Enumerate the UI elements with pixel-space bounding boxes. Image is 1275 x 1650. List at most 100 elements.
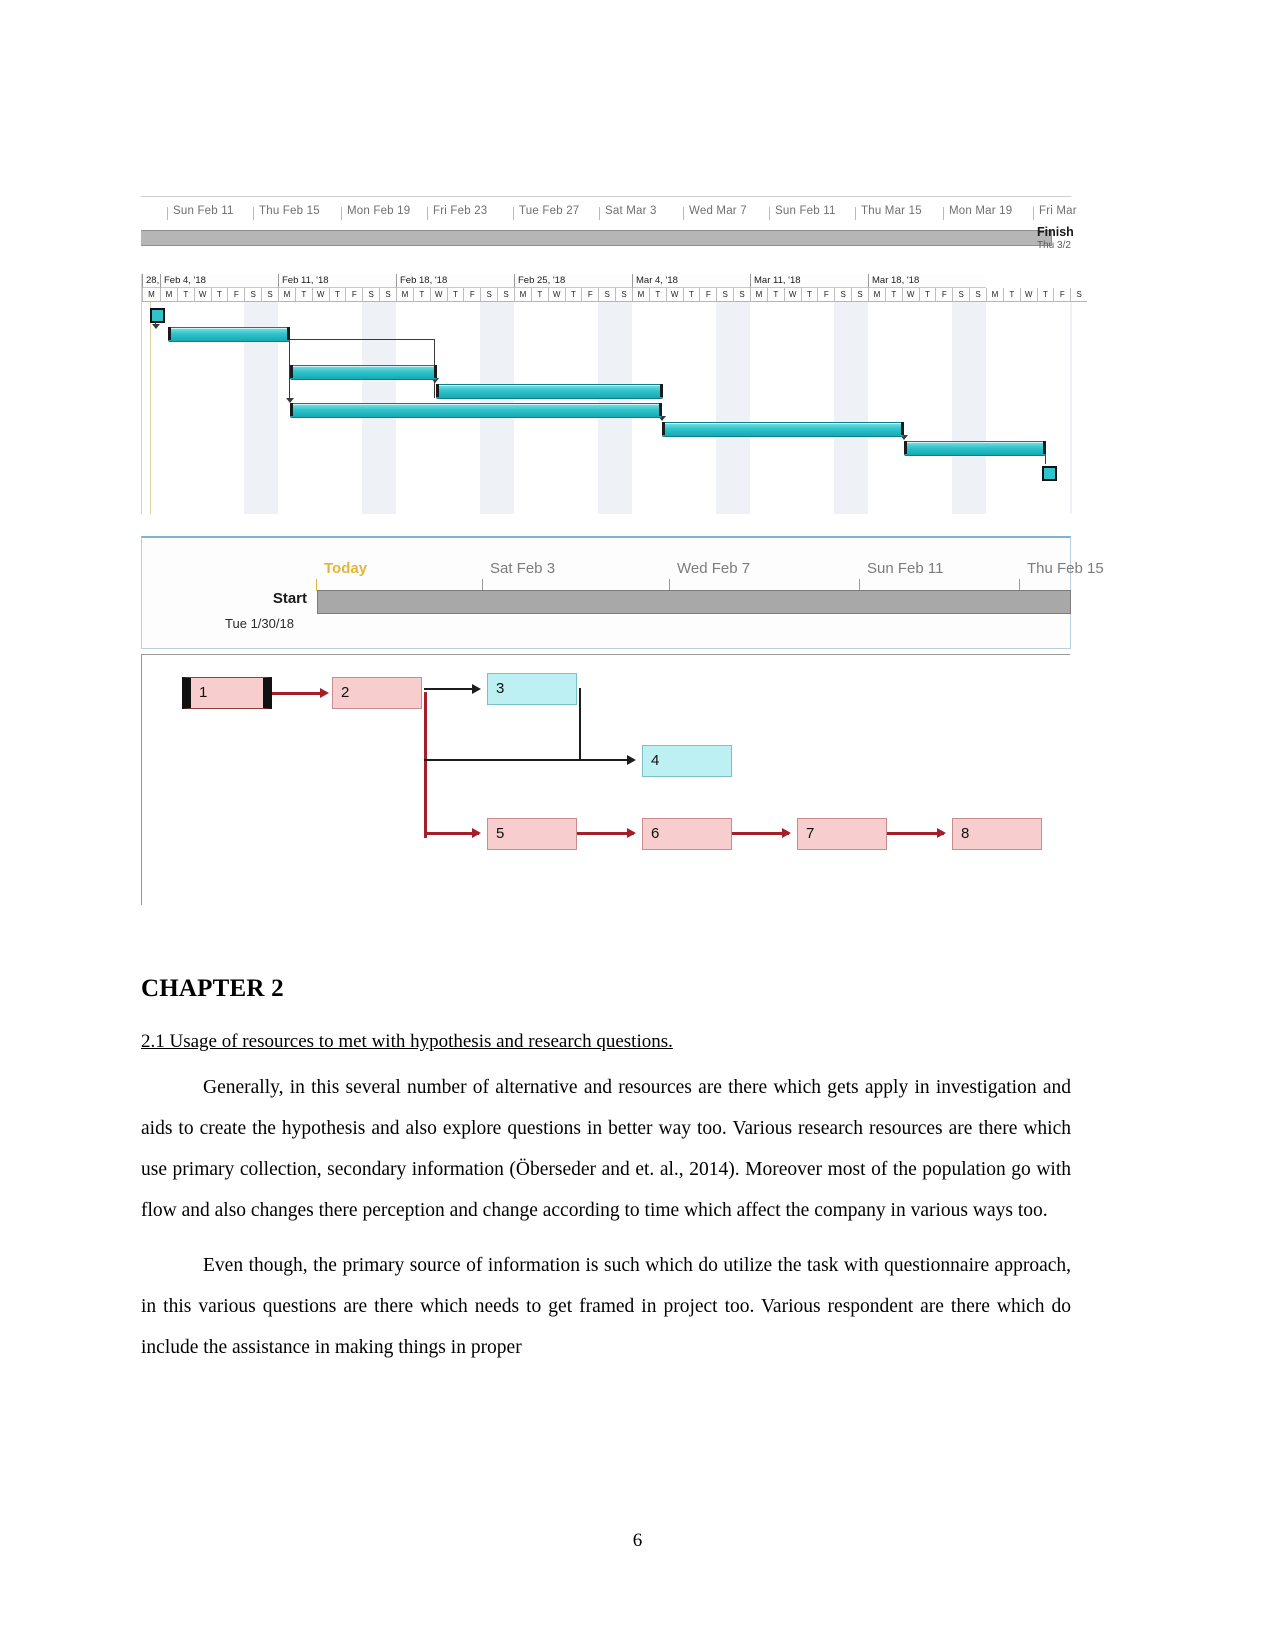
timeline-tick: Wed Mar 7 [683, 205, 747, 220]
timeline-progress-bar [141, 230, 1052, 246]
network-arrow-icon [627, 755, 636, 765]
page-title: CHAPTER 2 [141, 975, 284, 1002]
task-bar-5[interactable] [662, 422, 904, 437]
network-node-3[interactable]: 3 [487, 673, 577, 705]
network-node-2[interactable]: 2 [332, 677, 422, 709]
gantt-day-cell: S [615, 288, 632, 302]
link-arrow-icon [152, 324, 160, 329]
gantt-day-cell: F [345, 288, 363, 302]
network-arrow-icon [937, 828, 946, 838]
network-node-7[interactable]: 7 [797, 818, 887, 850]
gantt-day-cell: F [1053, 288, 1071, 302]
gantt-day-cell: M [867, 288, 885, 302]
gantt-day-cell: F [817, 288, 835, 302]
timeline-tick: Tue Feb 27 [512, 205, 580, 220]
gantt-day-cell: T [412, 288, 430, 302]
gantt-week-cell: Feb 11, '18 [278, 274, 396, 288]
network-arrow-icon [782, 828, 791, 838]
body-paragraph: Even though, the primary source of infor… [141, 1255, 1071, 1358]
network-diagram: 1 2 3 4 5 6 7 8 [141, 654, 1070, 905]
task-bar-6[interactable] [904, 441, 1046, 456]
gantt-day-cell: W [783, 288, 801, 302]
gantt-day-cell: T [530, 288, 548, 302]
gantt-day-cell: T [446, 288, 464, 302]
timeline-tick: Mon Feb 19 [340, 205, 411, 220]
gantt-day-cell: F [935, 288, 953, 302]
milestone-finish[interactable] [1042, 466, 1057, 481]
network-link [732, 832, 789, 835]
gantt-week-cell: Mar 11, '18 [750, 274, 868, 288]
gantt-day-cell: S [952, 288, 970, 302]
network-link [424, 759, 584, 761]
gantt-day-cell: S [598, 288, 616, 302]
gantt-week-cell: 28, '18 [142, 274, 160, 288]
project-screenshot: Sun Feb 11 Thu Feb 15 Mon Feb 19 Fri Feb… [141, 196, 1104, 906]
band-tick: Sun Feb 11 [858, 560, 944, 591]
network-arrow-icon [320, 688, 329, 698]
network-link [579, 688, 581, 760]
timeline-tick: Thu Mar 15 [855, 205, 922, 220]
start-label: Start [272, 590, 307, 607]
timeline-tick: Sun Feb 11 [769, 205, 836, 220]
gantt-day-cell: F [463, 288, 481, 302]
gantt-day-cell: M [160, 288, 177, 302]
gantt-day-cell: W [547, 288, 565, 302]
timeline-tick: Fri Mar [1033, 205, 1077, 220]
network-link [577, 832, 634, 835]
gantt-weekend-shading [716, 302, 750, 514]
finish-label: Finish [1037, 225, 1074, 239]
gantt-day-cell: F [699, 288, 717, 302]
top-timeline-strip: Sun Feb 11 Thu Feb 15 Mon Feb 19 Fri Feb… [141, 196, 1077, 259]
gantt-day-cell: W [311, 288, 329, 302]
gantt-day-cell: T [918, 288, 936, 302]
gantt-weekend-shading [834, 302, 868, 514]
gantt-day-cell: M [985, 288, 1003, 302]
network-link [272, 692, 324, 695]
network-link [424, 832, 479, 835]
gantt-day-cell: T [1002, 288, 1020, 302]
gantt-day-cell: M [632, 288, 649, 302]
band-tick: Wed Feb 7 [668, 560, 751, 591]
gantt-day-cell: F [581, 288, 599, 302]
link-line [289, 339, 435, 340]
network-link [579, 759, 634, 761]
gantt-day-cell: S [480, 288, 498, 302]
gantt-header: 28, '18 Feb 4, '18 Feb 11, '18 Feb 18, '… [142, 274, 1088, 302]
timeline-band-bar [317, 590, 1071, 614]
gantt-week-cell: Mar 18, '18 [868, 274, 986, 288]
network-link [424, 688, 479, 690]
network-node-8[interactable]: 8 [952, 818, 1042, 850]
section-heading: 2.1 Usage of resources to met with hypot… [141, 1031, 673, 1052]
timeline-band: Today Sat Feb 3 Wed Feb 7 Sun Feb 11 Thu… [141, 536, 1104, 649]
network-node-6[interactable]: 6 [642, 818, 732, 850]
gantt-day-cell: S [716, 288, 734, 302]
gantt-week-cell: Mar 4, '18 [632, 274, 750, 288]
network-node-4[interactable]: 4 [642, 745, 732, 777]
gantt-day-cell: T [648, 288, 666, 302]
timeline-tick: Fri Feb 23 [426, 205, 488, 220]
network-node-1[interactable]: 1 [182, 677, 272, 709]
start-date: Tue 1/30/18 [225, 616, 294, 631]
gantt-day-cell: W [665, 288, 683, 302]
gantt-today-line [150, 302, 151, 514]
band-tick: Sat Feb 3 [481, 560, 556, 591]
today-marker-label: Today [315, 560, 368, 591]
finish-marker: Finish Thu 3/2 [1037, 225, 1157, 251]
gantt-day-cell: T [1036, 288, 1054, 302]
gantt-week-cell: Feb 18, '18 [396, 274, 514, 288]
milestone-start[interactable] [150, 308, 165, 323]
network-arrow-icon [627, 828, 636, 838]
task-bar-4[interactable] [290, 403, 662, 418]
gantt-day-cell: T [564, 288, 582, 302]
network-arrow-icon [472, 684, 481, 694]
gantt-week-cell: Feb 4, '18 [160, 274, 278, 288]
network-node-5[interactable]: 5 [487, 818, 577, 850]
gantt-day-cell: S [1070, 288, 1088, 302]
network-arrow-icon [472, 828, 481, 838]
task-bar-3[interactable] [436, 384, 663, 399]
task-bar-1[interactable] [168, 327, 290, 342]
top-timeline-labels: Sun Feb 11 Thu Feb 15 Mon Feb 19 Fri Feb… [141, 205, 1077, 227]
task-bar-2[interactable] [290, 365, 437, 380]
gantt-day-cell: T [800, 288, 818, 302]
gantt-day-cell: T [682, 288, 700, 302]
